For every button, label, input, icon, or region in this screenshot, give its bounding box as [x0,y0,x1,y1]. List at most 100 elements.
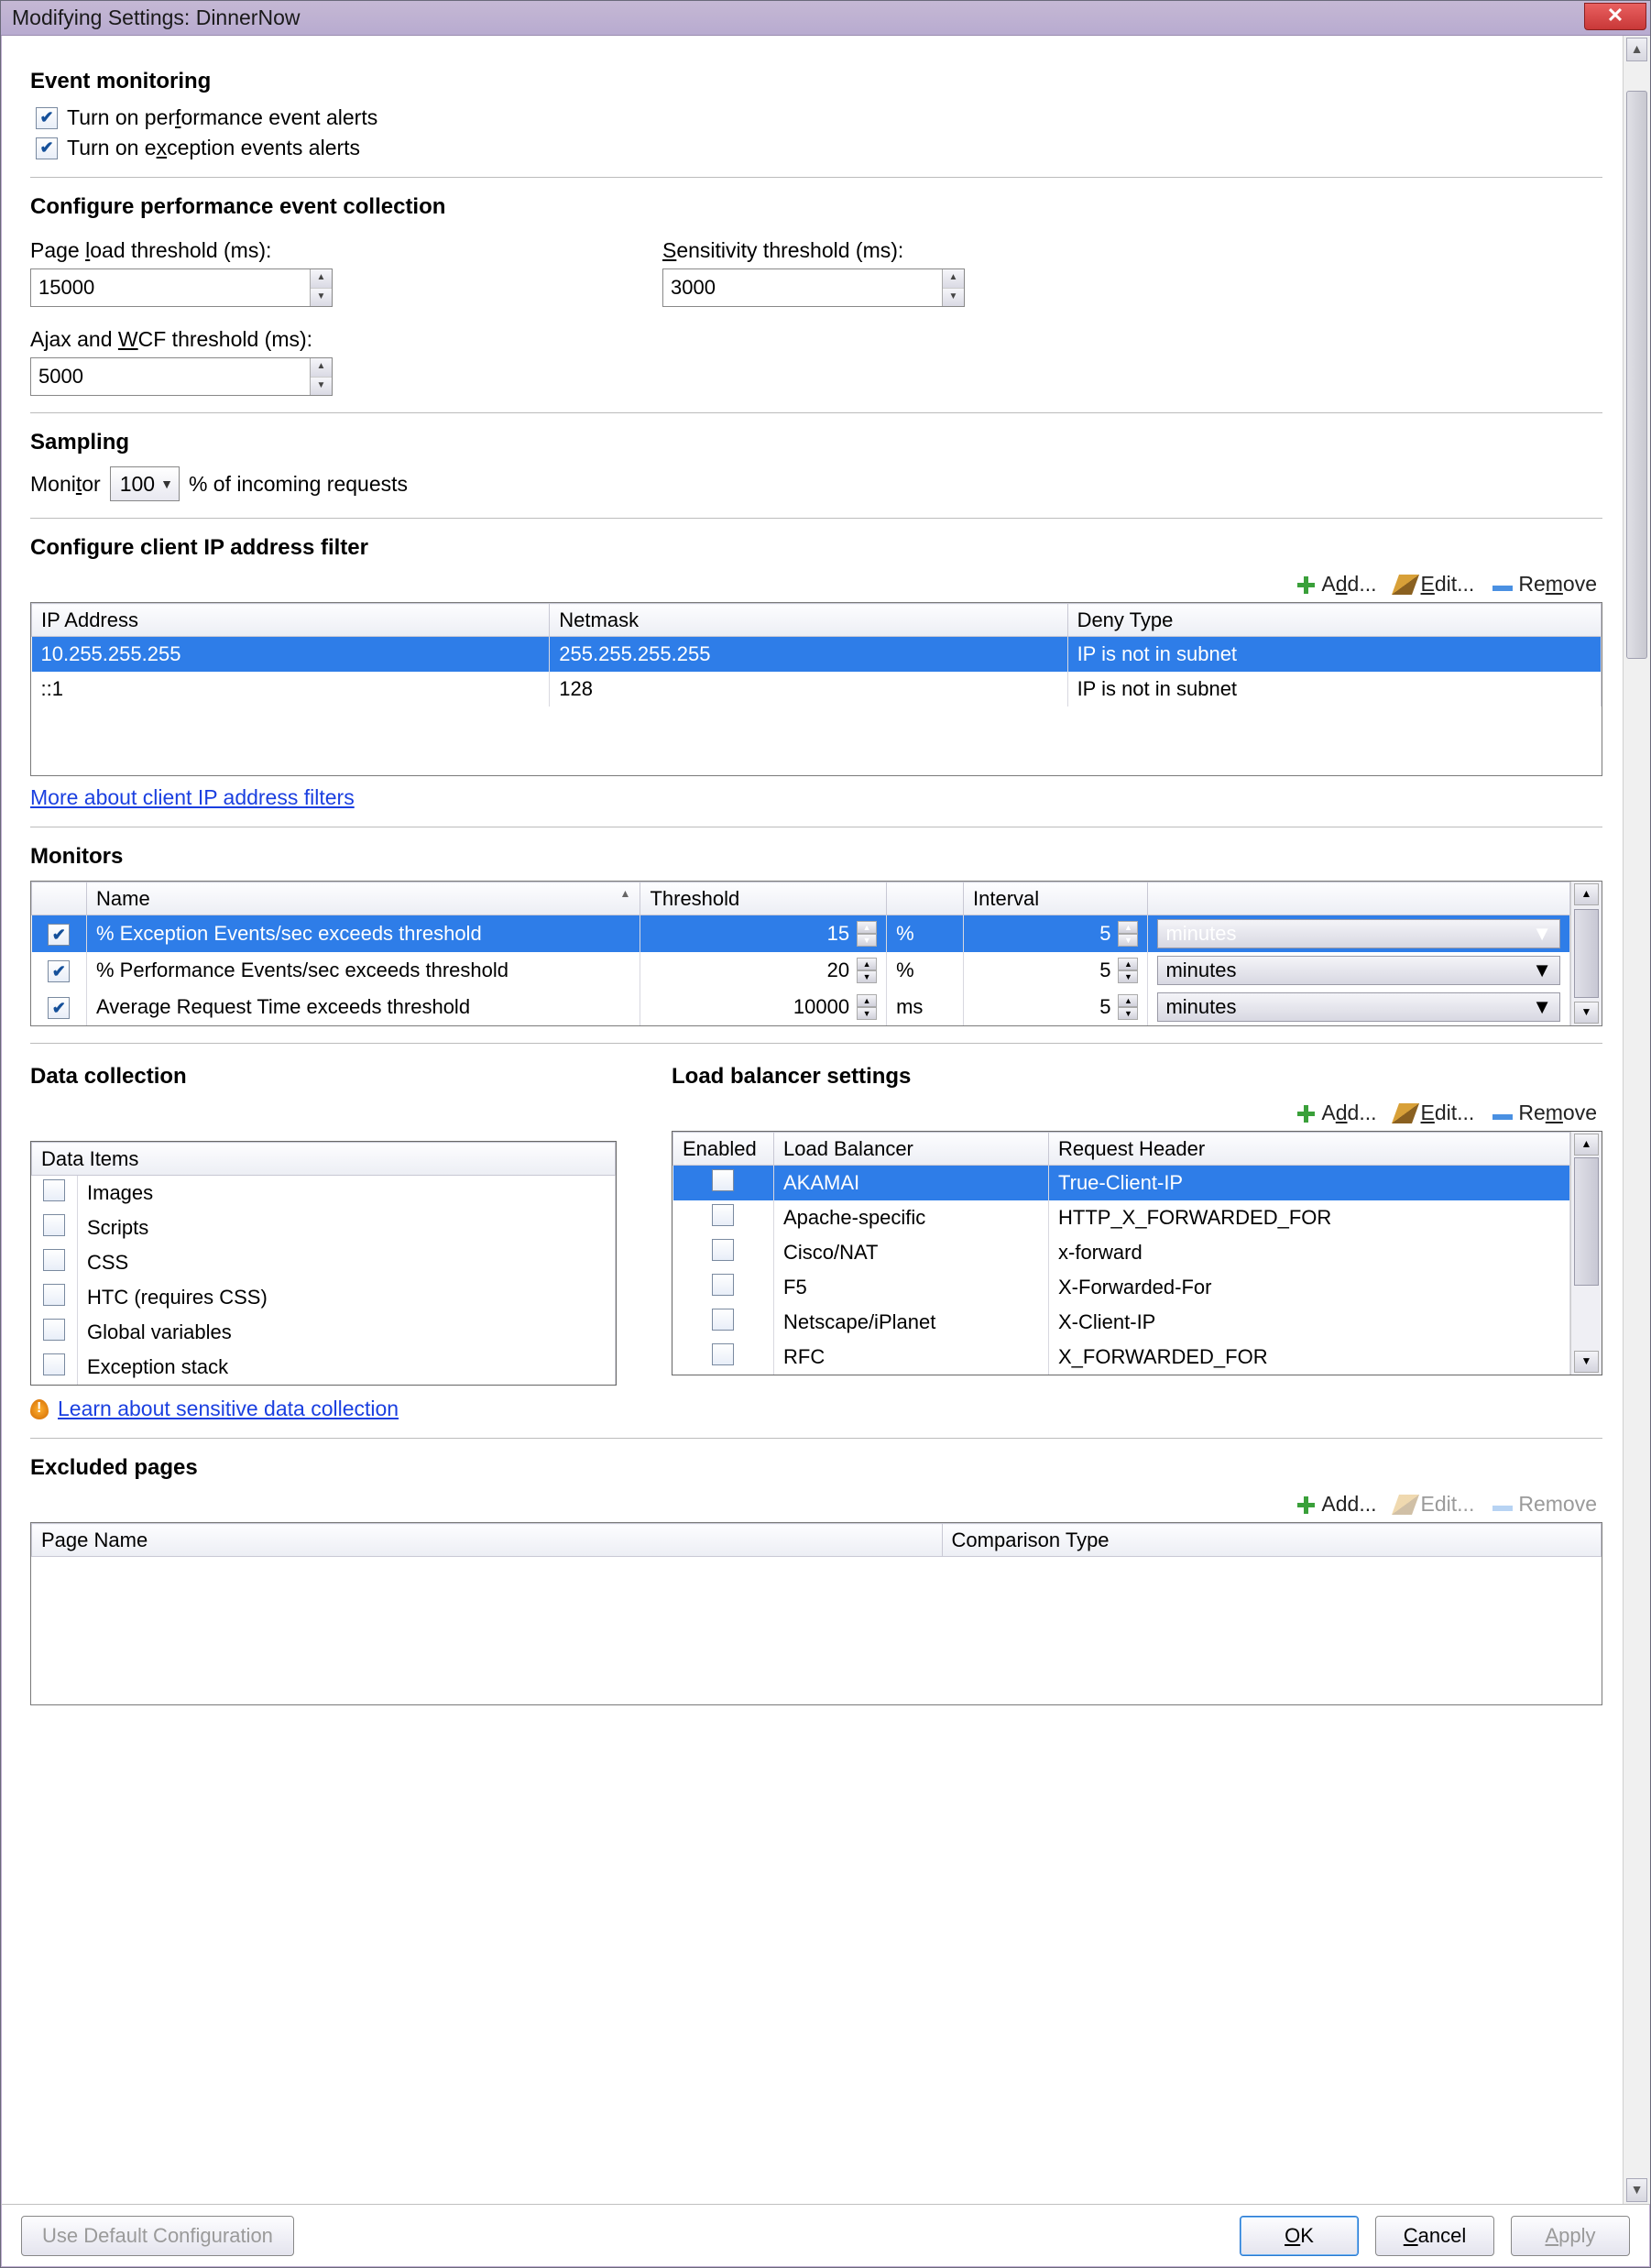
mon-threshold-header[interactable]: Threshold [640,882,887,915]
row-checkbox[interactable] [48,924,70,946]
page-load-threshold-input[interactable]: ▲▼ [30,268,333,307]
list-item[interactable]: HTC (requires CSS) [32,1280,616,1315]
ex-remove-button: Remove [1492,1492,1597,1517]
sensitive-data-link[interactable]: Learn about sensitive data collection [58,1397,399,1421]
row-checkbox[interactable] [712,1204,734,1226]
ip-filter-heading: Configure client IP address filter [30,535,1602,561]
sampling-heading: Sampling [30,430,1602,455]
perf-alerts-checkbox[interactable] [36,107,58,129]
table-row[interactable]: Cisco/NATx-forward [673,1235,1570,1270]
ip-filter-more-link[interactable]: More about client IP address filters [30,785,355,810]
ip-remove-button[interactable]: Remove [1492,572,1597,597]
dialog-scrollbar[interactable]: ▲ ▼ [1623,36,1650,2204]
close-button[interactable]: ✕ [1584,3,1646,30]
data-items-header[interactable]: Data Items [32,1143,616,1176]
list-item[interactable]: Exception stack [32,1350,616,1385]
lb-add-button[interactable]: Add... [1296,1101,1376,1125]
ajax-label: Ajax and WCF threshold (ms): [30,327,607,352]
plus-icon [1296,1103,1316,1123]
list-item[interactable]: Images [32,1176,616,1211]
ok-button[interactable]: OK [1240,2216,1359,2256]
scroll-thumb[interactable] [1626,91,1647,659]
table-row[interactable]: 10.255.255.255255.255.255.255IP is not i… [32,637,1602,672]
lb-remove-button[interactable]: Remove [1492,1101,1597,1125]
table-row[interactable]: AKAMAITrue-Client-IP [673,1166,1570,1201]
spin-up-icon[interactable]: ▲ [311,269,332,289]
ex-add-button[interactable]: Add... [1296,1492,1376,1517]
list-item[interactable]: Global variables [32,1315,616,1350]
table-row[interactable]: Netscape/iPlanetX-Client-IP [673,1305,1570,1340]
table-row[interactable]: % Exception Events/sec exceeds threshold… [32,915,1570,953]
minus-icon [1492,586,1513,591]
lb-name-header[interactable]: Load Balancer [774,1133,1049,1166]
table-row[interactable]: Apache-specificHTTP_X_FORWARDED_FOR [673,1200,1570,1235]
load-balancer-table[interactable]: Enabled Load Balancer Request Header AKA… [672,1132,1570,1375]
row-checkbox[interactable] [712,1274,734,1296]
excluded-pages-table[interactable]: Page Name Comparison Type [31,1523,1602,1557]
scroll-thumb[interactable] [1574,909,1599,998]
netmask-col-header[interactable]: Netmask [550,604,1067,637]
interval-unit-dropdown[interactable]: minutes▼ [1157,919,1560,948]
row-checkbox[interactable] [43,1179,65,1201]
mon-interval-header[interactable]: Interval [964,882,1148,915]
row-checkbox[interactable] [712,1169,734,1191]
row-checkbox[interactable] [43,1319,65,1341]
ajax-threshold-input[interactable]: ▲▼ [30,357,333,396]
row-checkbox[interactable] [43,1214,65,1236]
cancel-button[interactable]: Cancel [1375,2216,1494,2256]
monitor-suffix: % of incoming requests [189,472,408,497]
apply-button: Apply [1511,2216,1630,2256]
monitor-percent-dropdown[interactable]: 100▼ [110,466,180,501]
table-row[interactable]: Average Request Time exceeds threshold10… [32,989,1570,1025]
data-collection-heading: Data collection [30,1064,617,1090]
plus-icon [1296,1495,1316,1515]
scroll-down-icon[interactable]: ▼ [1626,2178,1647,2202]
interval-unit-dropdown[interactable]: minutes▼ [1157,992,1560,1022]
mon-name-header[interactable]: Name▲ [87,882,640,915]
monitor-label: Monitor [30,472,101,497]
pencil-icon [1392,575,1419,595]
ex-cmp-header[interactable]: Comparison Type [942,1524,1601,1557]
list-item[interactable]: Scripts [32,1211,616,1245]
row-checkbox[interactable] [712,1239,734,1261]
deny-col-header[interactable]: Deny Type [1067,604,1601,637]
modifying-settings-window: Modifying Settings: DinnerNow ✕ Event mo… [0,0,1651,2268]
lb-header-header[interactable]: Request Header [1049,1133,1570,1166]
lb-scrollbar[interactable]: ▲ ▼ [1570,1132,1602,1375]
row-checkbox[interactable] [43,1249,65,1271]
minus-icon [1492,1506,1513,1511]
minus-icon [1492,1114,1513,1120]
use-default-config-button: Use Default Configuration [21,2216,294,2256]
monitors-table[interactable]: Name▲ Threshold Interval % Exception Eve… [31,882,1570,1025]
monitors-heading: Monitors [30,844,1602,870]
ip-col-header[interactable]: IP Address [32,604,550,637]
table-row[interactable]: F5X-Forwarded-For [673,1270,1570,1305]
row-checkbox[interactable] [43,1353,65,1375]
data-items-table[interactable]: Data Items ImagesScriptsCSSHTC (requires… [31,1142,616,1385]
scroll-down-icon[interactable]: ▼ [1574,1002,1599,1024]
scroll-up-icon[interactable]: ▲ [1626,38,1647,61]
spin-down-icon[interactable]: ▼ [311,289,332,307]
row-checkbox[interactable] [48,997,70,1019]
ex-page-header[interactable]: Page Name [32,1524,943,1557]
interval-unit-dropdown[interactable]: minutes▼ [1157,956,1560,985]
row-checkbox[interactable] [712,1309,734,1331]
row-checkbox[interactable] [712,1343,734,1365]
table-row[interactable]: % Performance Events/sec exceeds thresho… [32,952,1570,989]
table-row[interactable]: RFCX_FORWARDED_FOR [673,1340,1570,1375]
ip-edit-button[interactable]: Edit... [1395,572,1475,597]
lb-edit-button[interactable]: Edit... [1395,1101,1475,1125]
dialog-footer: Use Default Configuration OK Cancel Appl… [1,2204,1650,2267]
perf-collection-heading: Configure performance event collection [30,194,1602,220]
ip-add-button[interactable]: Add... [1296,572,1376,597]
exc-alerts-checkbox[interactable] [36,137,58,159]
lb-enabled-header[interactable]: Enabled [673,1133,774,1166]
list-item[interactable]: CSS [32,1245,616,1280]
row-checkbox[interactable] [48,960,70,982]
table-row[interactable]: ::1128IP is not in subnet [32,672,1602,707]
ip-filter-table[interactable]: IP Address Netmask Deny Type 10.255.255.… [31,603,1602,707]
sensitivity-threshold-input[interactable]: ▲▼ [662,268,965,307]
row-checkbox[interactable] [43,1284,65,1306]
scroll-up-icon[interactable]: ▲ [1574,883,1599,905]
monitors-scrollbar[interactable]: ▲ ▼ [1570,882,1602,1025]
